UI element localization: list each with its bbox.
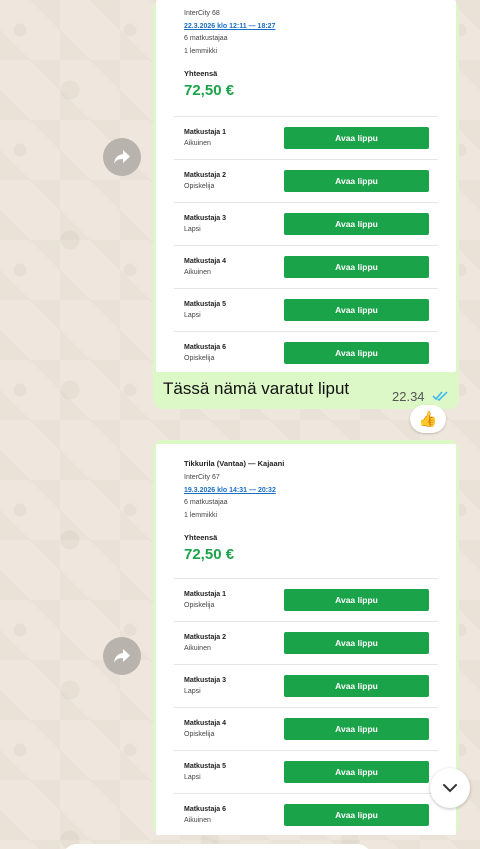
- passenger-type: Aikuinen: [184, 269, 211, 276]
- passenger-type: Aikuinen: [184, 817, 211, 824]
- ticket-card-2: Tikkurila (Vantaa) — Kajaani InterCity 6…: [156, 444, 456, 835]
- chevron-down-icon: [443, 784, 457, 793]
- passenger-type: Lapsi: [184, 774, 201, 781]
- message-caption: Tässä nämä varatut liput: [163, 379, 350, 398]
- train-name: InterCity 68: [184, 10, 220, 17]
- passenger-type: Opiskelija: [184, 183, 215, 190]
- open-ticket-button[interactable]: Avaa lippu: [284, 213, 429, 235]
- trip-date-link[interactable]: 22.3.2026 klo 12:11 — 18:27: [184, 23, 275, 30]
- passenger-row: Matkustaja 6 Opiskelija Avaa lippu: [174, 331, 438, 372]
- passenger-type: Aikuinen: [184, 645, 211, 652]
- total-price: 72,50 €: [184, 82, 235, 99]
- passenger-type: Lapsi: [184, 226, 201, 233]
- open-ticket-button[interactable]: Avaa lippu: [284, 127, 429, 149]
- open-ticket-button[interactable]: Avaa lippu: [284, 342, 429, 364]
- passenger-label: Matkustaja 2: [184, 634, 227, 641]
- passenger-row: Matkustaja 4 Opiskelija Avaa lippu: [174, 707, 438, 750]
- train-name: InterCity 67: [184, 474, 220, 481]
- passenger-row: Matkustaja 4 Aikuinen Avaa lippu: [174, 245, 438, 288]
- passenger-type: Opiskelija: [184, 731, 215, 738]
- traveler-count: 6 matkustajaa: [184, 499, 228, 506]
- message-time: 22.34: [392, 389, 425, 404]
- passenger-label: Matkustaja 3: [184, 215, 227, 222]
- passenger-label: Matkustaja 6: [184, 806, 227, 813]
- total-price: 72,50 €: [184, 546, 235, 563]
- open-ticket-button[interactable]: Avaa lippu: [284, 632, 429, 654]
- total-label: Yhteensä: [184, 69, 218, 78]
- open-ticket-button[interactable]: Avaa lippu: [284, 718, 429, 740]
- passenger-label: Matkustaja 4: [184, 720, 227, 727]
- passenger-row: Matkustaja 6 Aikuinen Avaa lippu: [174, 793, 438, 835]
- passenger-row: Matkustaja 1 Opiskelija Avaa lippu: [174, 578, 438, 621]
- open-ticket-button[interactable]: Avaa lippu: [284, 761, 429, 783]
- message-input-edge[interactable]: [62, 844, 372, 849]
- reaction-badge[interactable]: 👍: [410, 405, 446, 433]
- passenger-type: Opiskelija: [184, 602, 215, 609]
- double-check-icon: [432, 391, 448, 401]
- passenger-row: Matkustaja 3 Lapsi Avaa lippu: [174, 202, 438, 245]
- scroll-down-button[interactable]: [430, 768, 470, 808]
- message-bubble-2[interactable]: Tikkurila (Vantaa) — Kajaani InterCity 6…: [153, 440, 459, 835]
- open-ticket-button[interactable]: Avaa lippu: [284, 675, 429, 697]
- route-title: Tikkurila (Vantaa) — Kajaani: [184, 459, 285, 468]
- passenger-label: Matkustaja 5: [184, 301, 227, 308]
- passenger-label: Matkustaja 3: [184, 677, 227, 684]
- passenger-row: Matkustaja 2 Aikuinen Avaa lippu: [174, 621, 438, 664]
- message-bubble-1[interactable]: InterCity 68 22.3.2026 klo 12:11 — 18:27…: [153, 0, 459, 409]
- open-ticket-button[interactable]: Avaa lippu: [284, 256, 429, 278]
- passenger-label: Matkustaja 1: [184, 129, 227, 136]
- forward-arrow-icon: [114, 150, 130, 164]
- passenger-label: Matkustaja 2: [184, 172, 227, 179]
- passenger-type: Opiskelija: [184, 355, 215, 362]
- forward-button[interactable]: [103, 138, 141, 176]
- open-ticket-button[interactable]: Avaa lippu: [284, 299, 429, 321]
- open-ticket-button[interactable]: Avaa lippu: [284, 170, 429, 192]
- passenger-row: Matkustaja 5 Lapsi Avaa lippu: [174, 750, 438, 793]
- passenger-row: Matkustaja 1 Aikuinen Avaa lippu: [174, 116, 438, 159]
- open-ticket-button[interactable]: Avaa lippu: [284, 804, 429, 826]
- passenger-type: Lapsi: [184, 312, 201, 319]
- passenger-label: Matkustaja 1: [184, 591, 227, 598]
- forward-button[interactable]: [103, 637, 141, 675]
- passenger-type: Lapsi: [184, 688, 201, 695]
- forward-arrow-icon: [114, 649, 130, 663]
- total-label: Yhteensä: [184, 533, 218, 542]
- passenger-type: Aikuinen: [184, 140, 211, 147]
- trip-date-link[interactable]: 19.3.2026 klo 14:31 — 20:32: [184, 487, 284, 494]
- pet-count: 1 lemmikki: [184, 512, 218, 519]
- ticket-card-1: InterCity 68 22.3.2026 klo 12:11 — 18:27…: [156, 0, 456, 372]
- pet-count: 1 lemmikki: [184, 48, 218, 55]
- passenger-label: Matkustaja 4: [184, 258, 227, 265]
- passenger-row: Matkustaja 5 Lapsi Avaa lippu: [174, 288, 438, 331]
- traveler-count: 6 matkustajaa: [184, 35, 228, 42]
- passenger-row: Matkustaja 3 Lapsi Avaa lippu: [174, 664, 438, 707]
- open-ticket-button[interactable]: Avaa lippu: [284, 589, 429, 611]
- passenger-label: Matkustaja 6: [184, 344, 227, 351]
- passenger-row: Matkustaja 2 Opiskelija Avaa lippu: [174, 159, 438, 202]
- passenger-label: Matkustaja 5: [184, 763, 227, 770]
